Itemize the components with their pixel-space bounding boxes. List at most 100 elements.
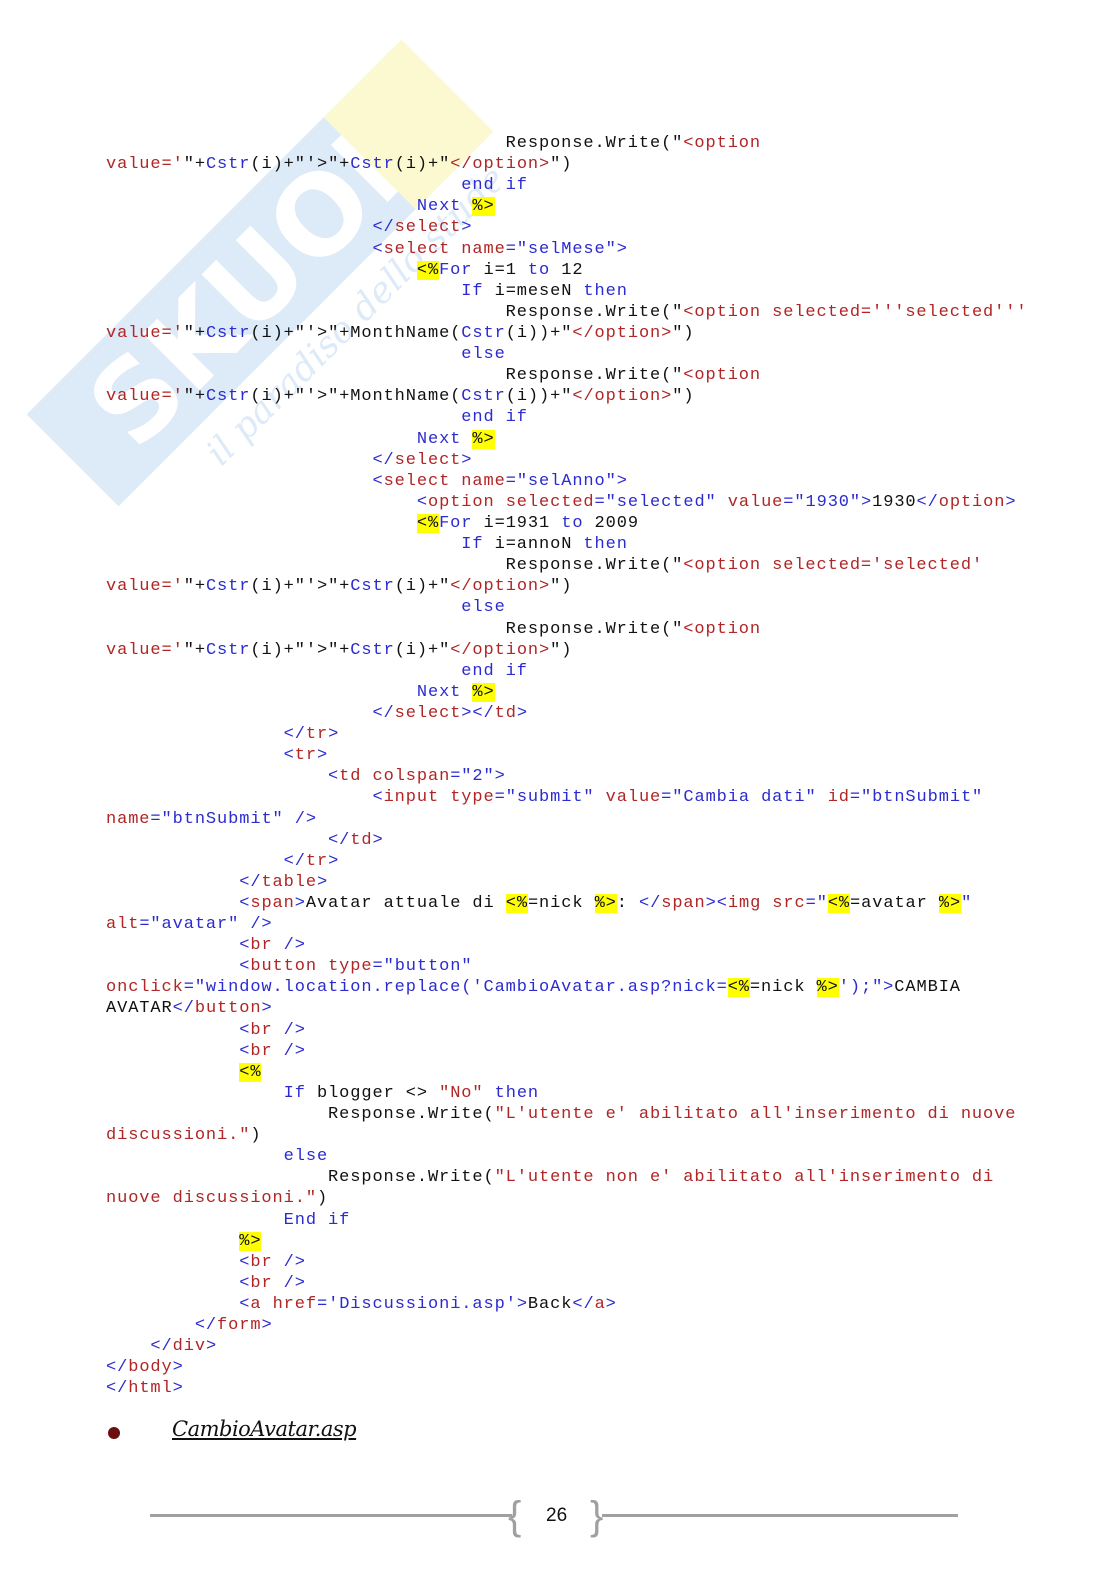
code-line: End if	[106, 1210, 1027, 1231]
code-token: i=annoN	[483, 535, 584, 555]
code-token: (i)+"	[394, 577, 451, 597]
code-line: Response.Write("L'utente e' abilitato al…	[106, 1104, 1027, 1125]
code-token: blogger <>	[305, 1083, 440, 1103]
code-token: a	[250, 1295, 262, 1315]
code-token: />	[272, 1252, 306, 1272]
code-line: value='"+Cstr(i)+"'>"+MonthName(Cstr(i))…	[106, 386, 1027, 407]
code-token: </	[283, 851, 306, 871]
code-token: Response.Write("	[106, 134, 684, 153]
code-token: ='Discussioni.asp'>	[316, 1295, 528, 1315]
code-line: value='"+Cstr(i)+"'>"+Cstr(i)+"</option>…	[106, 576, 1027, 597]
code-token: Avatar attuale di	[305, 893, 506, 913]
code-token: (i)+"	[394, 155, 451, 175]
asp-delimiter: <%	[727, 978, 750, 998]
code-line: <%For i=1 to 12	[106, 260, 1027, 281]
code-line: </table>	[106, 872, 1027, 893]
code-line: <td colspan="2">	[106, 766, 1027, 787]
code-token: "+	[183, 387, 206, 407]
code-token: value='	[106, 577, 184, 597]
code-token: value	[605, 788, 662, 808]
code-token: "L'utente e' abilitato all'inserimento d…	[494, 1105, 1017, 1125]
code-token: name	[461, 239, 506, 259]
code-token: <	[328, 767, 340, 787]
code-token: </	[106, 1358, 129, 1378]
code-token: <	[372, 471, 384, 491]
code-line: Response.Write("<option	[106, 133, 1027, 154]
code-token: AVATAR	[106, 999, 173, 1019]
code-token: 1930	[872, 492, 917, 512]
code-token: />	[272, 1041, 306, 1061]
code-token: <	[239, 1273, 251, 1293]
code-line: <br />	[106, 1041, 1027, 1062]
code-line: Next %>	[106, 196, 1027, 217]
code-token: tr	[305, 725, 329, 745]
code-line: Next %>	[106, 429, 1027, 450]
code-token: Cstr	[205, 387, 251, 407]
page-number: 26	[546, 1505, 568, 1526]
code-token: ');">	[838, 978, 895, 998]
code-token: option	[427, 492, 495, 512]
footer-rule-left	[150, 1514, 512, 1517]
code-token: ="btnSubmit" />	[150, 809, 317, 829]
code-line: %>	[106, 1231, 1027, 1252]
code-token: span	[661, 893, 706, 913]
code-line: else	[106, 597, 1027, 618]
code-line: If i=meseN then	[106, 281, 1027, 302]
code-token: ="Cambia dati"	[661, 788, 817, 808]
code-token: )	[316, 1189, 329, 1209]
code-token: Response.Write("	[106, 366, 684, 386]
code-token: ")	[550, 577, 573, 597]
code-token: (i)+"'>"+MonthName(	[250, 387, 462, 407]
code-line: Response.Write("L'utente non e' abilitat…	[106, 1167, 1027, 1188]
code-token: If	[283, 1083, 306, 1103]
code-token: >	[261, 999, 273, 1019]
code-token: =nick	[749, 978, 817, 998]
code-token: to	[527, 260, 551, 280]
code-token: (i)+"'>"+	[250, 155, 351, 175]
code-token: <option selected='''selected'''	[683, 302, 1028, 322]
code-token: </	[172, 999, 195, 1019]
code-token: span	[250, 893, 295, 913]
code-line: Response.Write("<option selected='''sele…	[106, 302, 1027, 323]
code-token: Cstr	[205, 155, 251, 175]
code-token: </	[639, 893, 662, 913]
code-line: AVATAR</button>	[106, 998, 1027, 1019]
code-token: tr	[305, 851, 329, 871]
code-token: </	[283, 725, 306, 745]
asp-delimiter: %>	[594, 893, 617, 913]
code-token: <	[283, 746, 295, 766]
code-token: Cstr	[205, 323, 251, 343]
code-token: select	[394, 218, 462, 238]
code-line: alt="avatar" />	[106, 914, 1027, 935]
code-token: Response.Write(	[106, 1105, 495, 1125]
code-token: </option>	[572, 323, 673, 343]
code-token: end if	[461, 176, 528, 196]
code-token: form	[217, 1316, 262, 1336]
code-token: id	[827, 788, 850, 808]
code-token: </	[328, 830, 351, 850]
code-line: Next %>	[106, 682, 1027, 703]
code-line: </tr>	[106, 724, 1027, 745]
code-token: ="2">	[450, 767, 506, 787]
code-token: >	[372, 830, 384, 850]
code-token: </option>	[450, 577, 551, 597]
code-line: end if	[106, 175, 1027, 196]
code-token: br	[250, 1273, 273, 1293]
code-token: to	[561, 513, 584, 533]
code-token: button	[194, 999, 262, 1019]
code-token: Response.Write("	[106, 302, 684, 322]
code-token: colspan	[372, 767, 451, 787]
code-token: ")	[550, 640, 573, 660]
